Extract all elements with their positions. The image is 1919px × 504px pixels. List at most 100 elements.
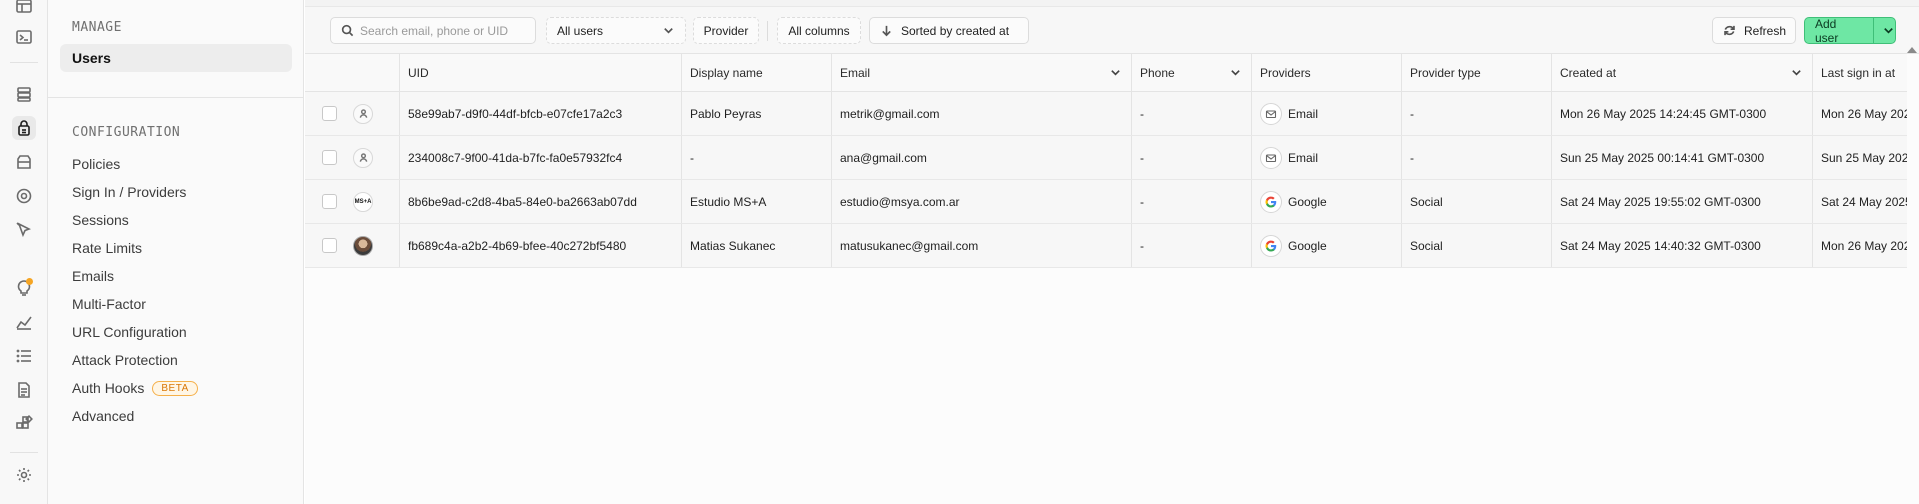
menu-item-auth-hooks[interactable]: Auth Hooks BETA [60, 374, 292, 402]
uid-cell[interactable]: 58e99ab7-d9f0-44df-bfcb-e07cfe17a2c3 [400, 92, 682, 135]
chevron-down-icon[interactable] [1791, 67, 1802, 81]
row-checkbox[interactable] [321, 238, 337, 253]
column-header-providers[interactable]: Providers [1252, 54, 1402, 91]
sort-label: Sorted by created at [901, 23, 1010, 38]
search-input[interactable]: Search email, phone or UID [330, 17, 536, 44]
row-select-cell [305, 180, 353, 223]
created-at-cell[interactable]: Mon 26 May 2025 14:24:45 GMT-0300 [1552, 92, 1813, 135]
last-sign-in-cell[interactable]: Sun 25 May 2025 [1813, 136, 1907, 179]
chevron-down-icon [662, 24, 675, 37]
menu-item-advanced[interactable]: Advanced [60, 402, 292, 430]
api-docs-icon[interactable] [12, 378, 36, 402]
menu-item-label: Auth Hooks [72, 380, 145, 396]
created-at-cell[interactable]: Sat 24 May 2025 14:40:32 GMT-0300 [1552, 224, 1813, 267]
menu-item-multi-factor[interactable]: Multi-Factor [60, 290, 292, 318]
provider-type-cell[interactable]: Social [1402, 224, 1552, 267]
provider-type-cell[interactable]: - [1402, 136, 1552, 179]
display-name-cell[interactable]: Pablo Peyras [682, 92, 832, 135]
column-header-last-sign-in[interactable]: Last sign in at [1813, 54, 1907, 91]
column-header-email[interactable]: Email [832, 54, 1132, 91]
chevron-down-icon[interactable] [1110, 67, 1121, 81]
integrations-icon[interactable] [12, 412, 36, 436]
display-name-cell[interactable]: Matias Sukanec [682, 224, 832, 267]
edge-functions-icon[interactable] [12, 218, 36, 242]
row-checkbox[interactable] [321, 194, 337, 209]
realtime-icon[interactable] [12, 184, 36, 208]
menu-item-users[interactable]: Users [60, 44, 292, 72]
column-header-uid[interactable]: UID [400, 54, 682, 91]
vertical-scrollbar[interactable] [1907, 54, 1919, 504]
table-body: 58e99ab7-d9f0-44df-bfcb-e07cfe17a2c3 Pab… [305, 92, 1919, 268]
refresh-button[interactable]: Refresh [1712, 17, 1796, 44]
uid-cell[interactable]: 234008c7-9f00-41da-b7fc-fa0e57932fc4 [400, 136, 682, 179]
providers-cell[interactable]: Email [1252, 136, 1402, 179]
table-row[interactable]: MS+A 8b6be9ad-c2d8-4ba5-84e0-ba2663ab07d… [305, 180, 1919, 224]
database-icon[interactable] [12, 82, 36, 106]
display-name-value: Estudio MS+A [690, 194, 767, 209]
column-header-label: Email [840, 65, 871, 80]
provider-type-value: - [1410, 106, 1414, 121]
menu-item-emails[interactable]: Emails [60, 262, 292, 290]
row-checkbox[interactable] [321, 150, 337, 165]
table-row[interactable]: 58e99ab7-d9f0-44df-bfcb-e07cfe17a2c3 Pab… [305, 92, 1919, 136]
menu-item-label: Advanced [72, 408, 135, 424]
column-header-label: Provider type [1410, 65, 1481, 80]
email-cell[interactable]: ana@gmail.com [832, 136, 1132, 179]
menu-item-sign-in-providers[interactable]: Sign In / Providers [60, 178, 292, 206]
reports-icon[interactable] [12, 310, 36, 334]
providers-cell[interactable]: Email [1252, 92, 1402, 135]
uid-cell[interactable]: 8b6be9ad-c2d8-4ba5-84e0-ba2663ab07dd [400, 180, 682, 223]
last-sign-in-cell[interactable]: Mon 26 May 2025 [1813, 92, 1907, 135]
providers-cell[interactable]: Google [1252, 180, 1402, 223]
last-sign-in-cell[interactable]: Sat 24 May 2025 [1813, 180, 1907, 223]
provider-type-value: Social [1410, 194, 1443, 209]
uid-cell[interactable]: fb689c4a-a2b2-4b69-bfee-40c272bf5480 [400, 224, 682, 267]
column-header-phone[interactable]: Phone [1132, 54, 1252, 91]
scroll-up-icon[interactable] [1907, 47, 1917, 53]
created-at-cell[interactable]: Sat 24 May 2025 19:55:02 GMT-0300 [1552, 180, 1813, 223]
advisors-icon[interactable] [12, 276, 36, 300]
authentication-icon[interactable] [12, 116, 36, 140]
display-name-cell[interactable]: - [682, 136, 832, 179]
email-cell[interactable]: matusukanec@gmail.com [832, 224, 1132, 267]
storage-icon[interactable] [12, 150, 36, 174]
display-name-cell[interactable]: Estudio MS+A [682, 180, 832, 223]
users-main-panel: Search email, phone or UID All users Pro… [305, 0, 1919, 504]
menu-item-attack-protection[interactable]: Attack Protection [60, 346, 292, 374]
email-cell[interactable]: metrik@gmail.com [832, 92, 1132, 135]
logs-icon[interactable] [12, 344, 36, 368]
sql-editor-icon[interactable] [12, 25, 36, 49]
auth-product-menu: MANAGE Users CONFIGURATION Policies Sign… [48, 0, 304, 504]
phone-cell[interactable]: - [1132, 224, 1252, 267]
columns-button[interactable]: All columns [777, 17, 861, 44]
provider-filter-button[interactable]: Provider [693, 17, 759, 44]
table-row[interactable]: 234008c7-9f00-41da-b7fc-fa0e57932fc4 - a… [305, 136, 1919, 180]
last-sign-in-cell[interactable]: Mon 26 May 2025 [1813, 224, 1907, 267]
phone-cell[interactable]: - [1132, 136, 1252, 179]
phone-cell[interactable]: - [1132, 180, 1252, 223]
provider-type-cell[interactable]: Social [1402, 180, 1552, 223]
user-filter-select[interactable]: All users [546, 17, 686, 44]
provider-type-cell[interactable]: - [1402, 92, 1552, 135]
menu-item-rate-limits[interactable]: Rate Limits [60, 234, 292, 262]
column-header-display-name[interactable]: Display name [682, 54, 832, 91]
email-cell[interactable]: estudio@msya.com.ar [832, 180, 1132, 223]
column-header-created-at[interactable]: Created at [1552, 54, 1813, 91]
menu-item-policies[interactable]: Policies [60, 150, 292, 178]
table-row[interactable]: fb689c4a-a2b2-4b69-bfee-40c272bf5480 Mat… [305, 224, 1919, 268]
chevron-down-icon[interactable] [1873, 18, 1895, 43]
menu-item-sessions[interactable]: Sessions [60, 206, 292, 234]
add-user-button[interactable]: Add user [1804, 17, 1896, 45]
sort-button[interactable]: Sorted by created at [869, 17, 1029, 44]
column-header-provider-type[interactable]: Provider type [1402, 54, 1552, 91]
uid-value: 234008c7-9f00-41da-b7fc-fa0e57932fc4 [408, 150, 623, 165]
menu-item-url-configuration[interactable]: URL Configuration [60, 318, 292, 346]
chevron-down-icon[interactable] [1230, 67, 1241, 81]
phone-cell[interactable]: - [1132, 92, 1252, 135]
display-name-value: Matias Sukanec [690, 238, 776, 253]
created-at-cell[interactable]: Sun 25 May 2025 00:14:41 GMT-0300 [1552, 136, 1813, 179]
table-editor-icon[interactable] [12, 0, 36, 18]
providers-cell[interactable]: Google [1252, 224, 1402, 267]
settings-icon[interactable] [12, 463, 36, 487]
row-checkbox[interactable] [321, 106, 337, 121]
